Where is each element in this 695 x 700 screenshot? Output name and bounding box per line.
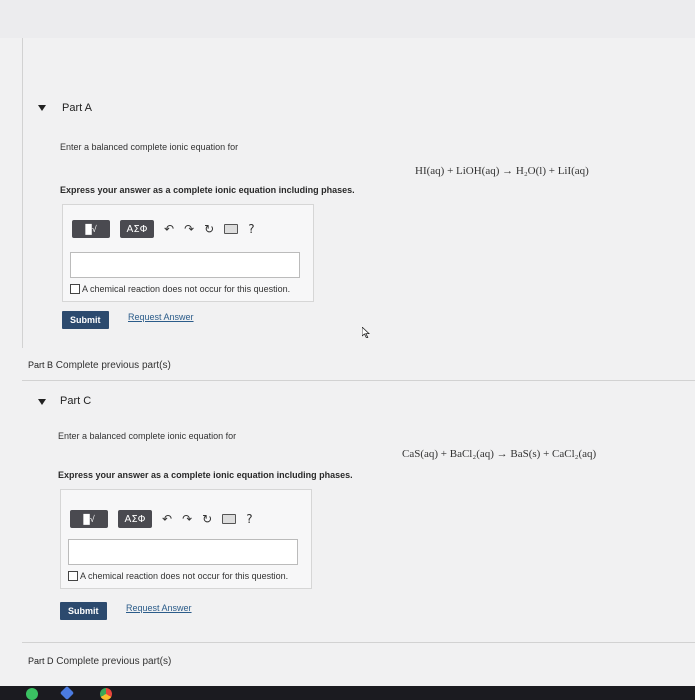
part-c-request-answer-link[interactable]: Request Answer [126,603,192,613]
template-button[interactable]: █√ [72,220,110,238]
mouse-cursor-icon [362,327,370,338]
left-border [22,38,23,348]
undo-icon[interactable]: ↶ [164,222,174,236]
part-a-answer-input[interactable] [70,252,300,278]
part-a-request-answer-link[interactable]: Request Answer [128,312,194,322]
no-reaction-checkbox[interactable] [68,571,78,581]
greek-symbols-button[interactable]: ΑΣΦ [118,510,152,528]
part-d-row: Part D Complete previous part(s) [28,656,171,667]
part-a-no-reaction[interactable]: A chemical reaction does not occur for t… [70,284,290,294]
part-c-equation: CaS(aq) + BaCl₂(aq) → BaS(s) + CaCl₂(aq) [402,448,597,460]
part-d-status: Complete previous part(s) [56,656,172,667]
divider [22,380,695,381]
part-a-toolbar: █√ ΑΣΦ ↶ ↷ ↻ ? [72,220,255,238]
redo-icon[interactable]: ↷ [182,512,192,526]
spotify-icon[interactable] [26,688,38,700]
help-icon[interactable]: ? [246,512,252,526]
part-b-status: Complete previous part(s) [55,360,171,371]
part-b-label: Part B [28,360,54,370]
undo-icon[interactable]: ↶ [162,512,172,526]
help-icon[interactable]: ? [248,222,254,236]
chrome-icon[interactable] [100,688,112,700]
part-c-answer-input[interactable] [68,539,298,565]
no-reaction-label: A chemical reaction does not occur for t… [82,284,291,294]
redo-icon[interactable]: ↷ [184,222,194,236]
divider [22,642,695,643]
part-a-equation: HI(aq) + LiOH(aq) → H₂O(l) + LiI(aq) [415,165,589,177]
part-c-no-reaction[interactable]: A chemical reaction does not occur for t… [68,571,288,581]
reset-icon[interactable]: ↻ [202,512,212,526]
no-reaction-label: A chemical reaction does not occur for t… [80,571,289,581]
part-c-toolbar: █√ ΑΣΦ ↶ ↷ ↻ ? [70,510,253,528]
no-reaction-checkbox[interactable] [70,284,80,294]
part-a-prompt: Enter a balanced complete ionic equation… [60,142,239,152]
part-a-instruction: Express your answer as a complete ionic … [60,185,355,195]
top-band [0,0,695,38]
collapse-arrow-icon[interactable] [38,399,46,405]
part-a-submit-button[interactable]: Submit [62,311,109,329]
part-b-row: Part B Complete previous part(s) [28,360,171,371]
part-d-label: Part D [28,656,54,666]
collapse-arrow-icon[interactable] [38,105,46,111]
keyboard-icon[interactable] [224,224,239,234]
part-c-submit-button[interactable]: Submit [60,602,107,620]
part-a-title[interactable]: Part A [62,102,92,114]
part-c-title[interactable]: Part C [60,395,91,407]
template-button[interactable]: █√ [70,510,108,528]
part-c-instruction: Express your answer as a complete ionic … [58,470,353,480]
part-c-prompt: Enter a balanced complete ionic equation… [58,431,237,441]
greek-symbols-button[interactable]: ΑΣΦ [120,220,154,238]
keyboard-icon[interactable] [222,514,237,524]
reset-icon[interactable]: ↻ [204,222,214,236]
